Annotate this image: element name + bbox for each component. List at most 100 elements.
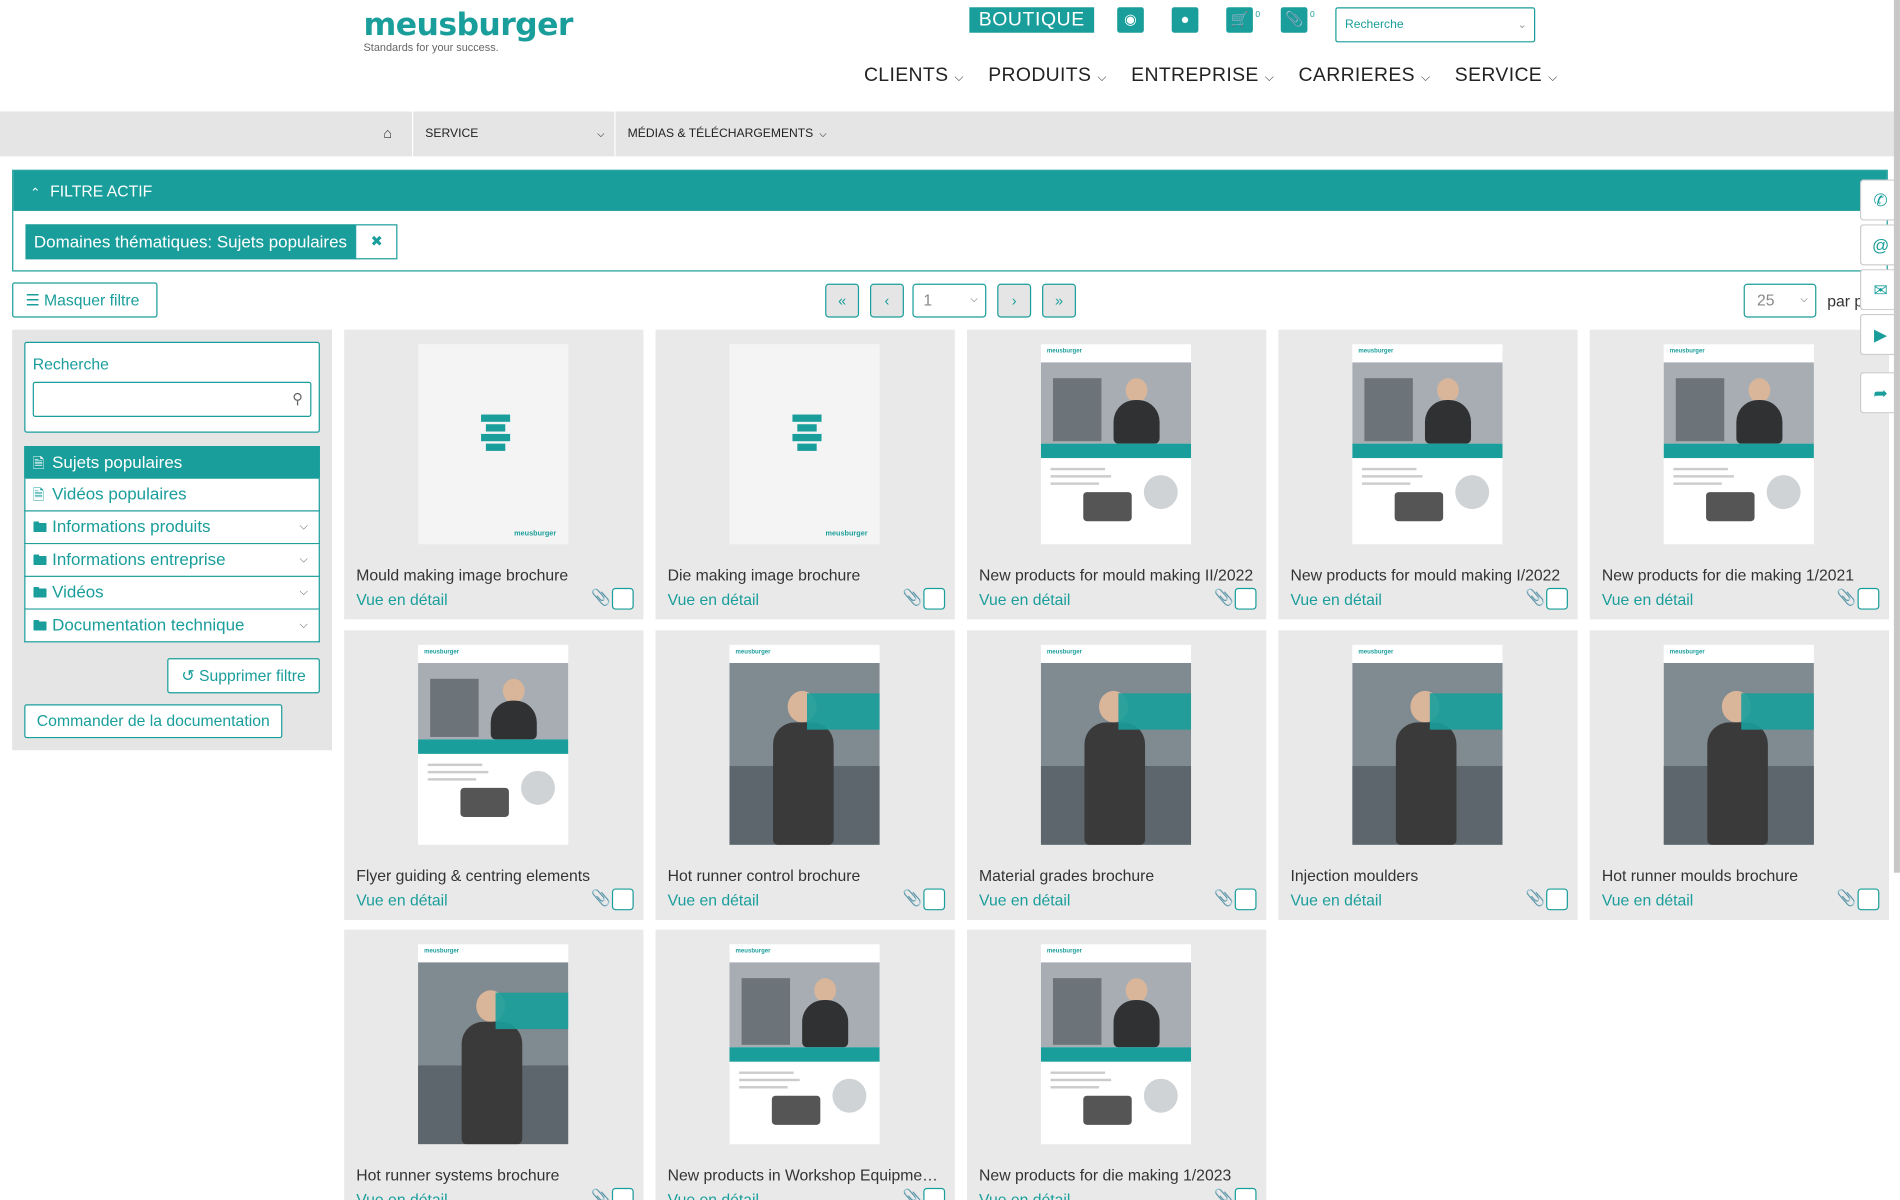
detail-link[interactable]: Vue en détail bbox=[1290, 891, 1381, 909]
paperclip-icon[interactable]: 📎 bbox=[591, 588, 611, 607]
paperclip-icon[interactable]: 📎 bbox=[903, 888, 923, 907]
home-icon[interactable]: ⌂ bbox=[364, 111, 414, 157]
select-checkbox[interactable] bbox=[611, 1187, 634, 1200]
brochure-thumbnail[interactable]: meusburger bbox=[729, 944, 880, 1145]
document-card[interactable]: meusburger Mould making image brochure Vue… bbox=[344, 329, 644, 620]
select-checkbox[interactable] bbox=[1234, 1187, 1257, 1200]
detail-link[interactable]: Vue en détail bbox=[668, 891, 759, 909]
remove-filter-button[interactable]: ↺ Supprimer filtre bbox=[167, 658, 320, 694]
document-card[interactable]: meusburger New products for mould making … bbox=[1278, 329, 1578, 620]
detail-link[interactable]: Vue en détail bbox=[1602, 891, 1693, 909]
brochure-thumbnail[interactable]: meusburger bbox=[1663, 644, 1814, 845]
header-search-input[interactable]: Recherche ⌄ bbox=[1335, 7, 1536, 43]
scrollbar[interactable] bbox=[1893, 0, 1900, 873]
detail-link[interactable]: Vue en détail bbox=[979, 590, 1070, 608]
category-videos-populaires[interactable]: 🗎 Vidéos populaires bbox=[24, 478, 320, 512]
nav-produits[interactable]: PRODUITS ⌵ bbox=[988, 65, 1107, 87]
document-card[interactable]: meusburger Injection moulders Vue en détai… bbox=[1278, 630, 1578, 920]
brochure-thumbnail[interactable]: meusburger bbox=[418, 944, 569, 1145]
document-card[interactable]: meusburger Hot runner control brochure Vue… bbox=[655, 630, 955, 920]
brochure-thumbnail[interactable]: meusburger bbox=[729, 644, 880, 845]
paperclip-icon[interactable]: 📎 bbox=[1526, 588, 1546, 607]
next-page-button[interactable]: › bbox=[997, 283, 1032, 318]
brochure-thumbnail[interactable]: meusburger bbox=[1040, 644, 1192, 845]
paperclip-icon[interactable]: 📎 bbox=[591, 1188, 611, 1200]
select-checkbox[interactable] bbox=[1857, 888, 1880, 911]
select-checkbox[interactable] bbox=[923, 587, 946, 610]
detail-link[interactable]: Vue en détail bbox=[356, 891, 447, 909]
close-icon[interactable]: ✖ bbox=[355, 224, 398, 260]
document-card[interactable]: meusburger Flyer guiding & centring eleme… bbox=[344, 630, 644, 920]
document-card[interactable]: meusburger Hot runner systems brochure Vue… bbox=[344, 929, 644, 1200]
select-checkbox[interactable] bbox=[1234, 587, 1257, 610]
select-checkbox[interactable] bbox=[1234, 888, 1257, 911]
document-card[interactable]: meusburger New products in Workshop Equip… bbox=[655, 929, 955, 1200]
page-select[interactable]: 1 ⌵ bbox=[912, 283, 987, 318]
paperclip-icon[interactable]: 📎 bbox=[1837, 888, 1857, 907]
detail-link[interactable]: Vue en détail bbox=[356, 1190, 447, 1200]
paperclip-icon[interactable]: 📎 bbox=[1214, 888, 1234, 907]
breadcrumb-service[interactable]: SERVICE ⌵ bbox=[413, 111, 616, 157]
cart-icon[interactable]: 🛒 0 bbox=[1226, 7, 1260, 33]
per-page-select[interactable]: 25 ⌵ bbox=[1743, 283, 1817, 318]
select-checkbox[interactable] bbox=[611, 888, 634, 911]
paperclip-icon[interactable]: 📎 bbox=[1214, 588, 1234, 607]
document-card[interactable]: meusburger Hot runner moulds brochure Vue … bbox=[1589, 630, 1890, 920]
detail-link[interactable]: Vue en détail bbox=[668, 590, 759, 608]
paperclip-icon[interactable]: 📎 bbox=[903, 1188, 923, 1200]
detail-link[interactable]: Vue en détail bbox=[356, 590, 447, 608]
brochure-thumbnail[interactable]: meusburger bbox=[1352, 644, 1503, 845]
document-card[interactable]: meusburger Die making image brochure Vue e… bbox=[655, 329, 955, 620]
paperclip-icon[interactable]: 📎 bbox=[1526, 888, 1546, 907]
brochure-thumbnail[interactable]: meusburger bbox=[1040, 344, 1192, 545]
select-checkbox[interactable] bbox=[1857, 587, 1880, 610]
brochure-thumbnail[interactable]: meusburger bbox=[1352, 344, 1503, 545]
brochure-thumbnail[interactable]: meusburger bbox=[1663, 344, 1814, 545]
brochure-thumbnail[interactable]: meusburger bbox=[418, 644, 569, 845]
select-checkbox[interactable] bbox=[923, 1187, 946, 1200]
category-informations-entreprise[interactable]: 🖿 Informations entreprise ⌵ bbox=[24, 544, 320, 577]
detail-link[interactable]: Vue en détail bbox=[979, 891, 1070, 909]
category-videos[interactable]: 🖿 Vidéos ⌵ bbox=[24, 576, 320, 610]
nav-carrieres[interactable]: CARRIERES ⌵ bbox=[1299, 65, 1431, 87]
nav-service[interactable]: SERVICE ⌵ bbox=[1455, 65, 1558, 87]
category-documentation-technique[interactable]: 🖿 Documentation technique ⌵ bbox=[24, 609, 320, 643]
select-checkbox[interactable] bbox=[923, 888, 946, 911]
select-checkbox[interactable] bbox=[1546, 888, 1568, 911]
first-page-button[interactable]: « bbox=[825, 283, 860, 318]
last-page-button[interactable]: » bbox=[1042, 283, 1076, 318]
nav-clients[interactable]: CLIENTS ⌵ bbox=[864, 65, 964, 87]
hide-filter-button[interactable]: ☰ Masquer filtre bbox=[12, 282, 158, 318]
paperclip-icon[interactable]: 📎 bbox=[1214, 1188, 1234, 1200]
detail-link[interactable]: Vue en détail bbox=[668, 1190, 759, 1200]
brochure-thumbnail[interactable]: meusburger bbox=[1040, 944, 1192, 1145]
document-card[interactable]: meusburger New products for die making 1/… bbox=[1589, 329, 1890, 620]
category-informations-produits[interactable]: 🖿 Informations produits ⌵ bbox=[24, 511, 320, 545]
order-documentation-button[interactable]: Commander de la documentation bbox=[24, 704, 283, 739]
boutique-button[interactable]: BOUTIQUE bbox=[969, 7, 1095, 33]
brochure-thumbnail[interactable]: meusburger bbox=[729, 344, 880, 545]
detail-link[interactable]: Vue en détail bbox=[1290, 590, 1381, 608]
paperclip-list-icon[interactable]: 📎 0 bbox=[1280, 7, 1315, 33]
detail-link[interactable]: Vue en détail bbox=[979, 1190, 1070, 1200]
sidebar-search-input[interactable]: ⚲ bbox=[32, 381, 312, 417]
user-icon[interactable]: ● bbox=[1171, 7, 1199, 33]
detail-link[interactable]: Vue en détail bbox=[1602, 590, 1693, 608]
paperclip-icon[interactable]: 📎 bbox=[591, 888, 611, 907]
document-card[interactable]: meusburger New products for mould making … bbox=[966, 329, 1267, 620]
logo[interactable]: meusburger Standards for your success. bbox=[364, 7, 574, 53]
category-sujets-populaires[interactable]: 🗎 Sujets populaires bbox=[24, 446, 320, 479]
select-checkbox[interactable] bbox=[1546, 587, 1568, 610]
active-filter-toggle[interactable]: ⌃ FILTRE ACTIF bbox=[13, 170, 1887, 211]
search-icon[interactable]: ⚲ bbox=[292, 390, 303, 407]
globe-icon[interactable]: ◉ bbox=[1117, 7, 1144, 33]
paperclip-icon[interactable]: 📎 bbox=[903, 588, 923, 607]
brochure-thumbnail[interactable]: meusburger bbox=[418, 344, 569, 545]
nav-entreprise[interactable]: ENTREPRISE ⌵ bbox=[1131, 65, 1274, 87]
breadcrumb-medias[interactable]: MÉDIAS & TÉLÉCHARGEMENTS ⌵ bbox=[628, 112, 827, 157]
select-checkbox[interactable] bbox=[611, 587, 634, 610]
paperclip-icon[interactable]: 📎 bbox=[1837, 588, 1857, 607]
prev-page-button[interactable]: ‹ bbox=[870, 283, 904, 318]
document-card[interactable]: meusburger New products for die making 1/… bbox=[966, 929, 1267, 1200]
document-card[interactable]: meusburger Material grades brochure Vue en… bbox=[966, 630, 1267, 920]
